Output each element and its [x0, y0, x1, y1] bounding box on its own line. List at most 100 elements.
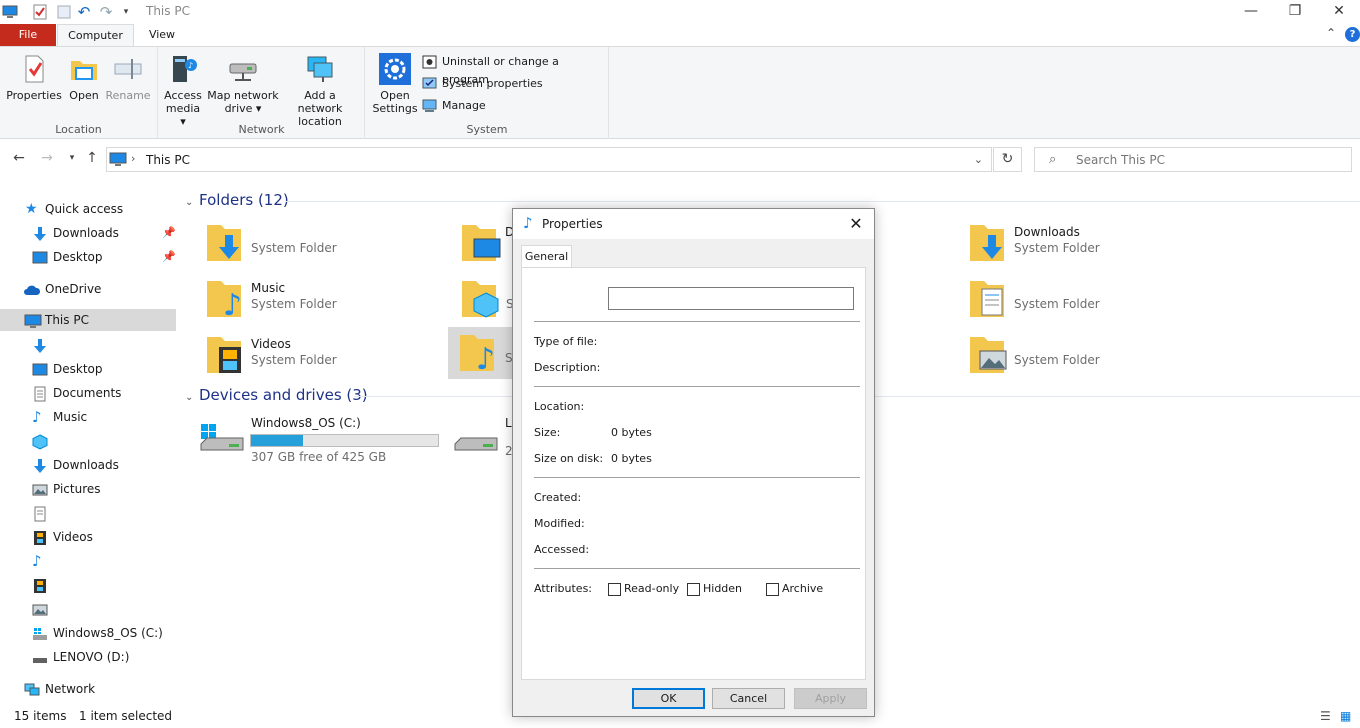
nav-document-2[interactable]	[0, 502, 176, 524]
nav-pictures-2[interactable]	[0, 598, 176, 620]
add-network-location-button[interactable]: Add a network location	[281, 53, 359, 128]
open-button[interactable]: Open	[64, 53, 104, 102]
folder-tile[interactable]: Downloads System Folder	[942, 217, 1192, 269]
system-group: Open Settings Uninstall or change a prog…	[366, 47, 609, 139]
rename-button[interactable]: Rename	[104, 53, 152, 102]
nav-quick-access[interactable]: ★ Quick access	[0, 198, 176, 220]
folder-type: System Folder	[251, 353, 337, 367]
folder-tile[interactable]: Videos System Folder	[179, 329, 429, 381]
redo-icon[interactable]: ↷	[98, 4, 114, 20]
details-view-icon[interactable]: ☰	[1320, 709, 1331, 723]
folder-type: System Folder	[1014, 297, 1100, 311]
nav-videos-2[interactable]	[0, 574, 176, 596]
undo-icon[interactable]: ↶	[76, 4, 92, 20]
properties-dialog: ♪ Properties ✕ General Type of file: Des…	[512, 208, 875, 717]
properties-check-icon[interactable]	[32, 4, 48, 20]
documents-folder-icon	[968, 277, 1010, 321]
up-arrow-icon[interactable]: ↑	[82, 150, 102, 166]
folder-type: System Folder	[1014, 353, 1100, 367]
nav-onedrive[interactable]: OneDrive	[0, 278, 176, 300]
open-settings-label-1: Open	[380, 89, 410, 102]
customize-qat-icon[interactable]: ▾	[118, 4, 134, 20]
restore-button[interactable]: ❐	[1272, 0, 1318, 24]
close-button[interactable]: ✕	[1316, 0, 1360, 24]
read-only-checkbox[interactable]: Read-only	[608, 582, 679, 596]
dialog-close-button[interactable]: ✕	[846, 214, 866, 233]
open-settings-button[interactable]: Open Settings	[372, 53, 418, 115]
dialog-title: Properties	[542, 217, 603, 231]
desktop-folder-icon	[460, 221, 502, 265]
cancel-button[interactable]: Cancel	[712, 688, 785, 709]
nav-label: Network	[45, 682, 96, 696]
new-folder-icon[interactable]	[56, 4, 72, 20]
system-properties-label: System properties	[442, 77, 543, 90]
apply-button[interactable]: Apply	[794, 688, 867, 709]
collapse-ribbon-icon[interactable]: ⌃	[1326, 26, 1336, 40]
help-icon[interactable]: ?	[1345, 27, 1360, 42]
breadcrumb-chevron-icon[interactable]: ›	[131, 152, 135, 165]
nav-music-2[interactable]: ♪	[0, 550, 176, 572]
nav-this-pc[interactable]: This PC	[0, 309, 176, 331]
pictures-folder-icon	[968, 333, 1010, 377]
folder-tile[interactable]: System Folder	[942, 329, 1192, 381]
uninstall-program-button[interactable]: Uninstall or change a program	[422, 53, 608, 86]
nav-desktop[interactable]: Desktop	[0, 358, 176, 380]
address-bar[interactable]: › This PC ⌄	[106, 147, 992, 172]
nav-drive-d[interactable]: LENOVO (D:)	[0, 646, 176, 668]
system-properties-button[interactable]: System properties	[422, 75, 543, 93]
nav-music[interactable]: ♪ Music	[0, 406, 176, 428]
recent-locations-chevron-icon[interactable]: ▾	[62, 153, 82, 163]
map-network-drive-button[interactable]: Map network drive ▾	[207, 53, 279, 115]
tab-computer[interactable]: Computer	[57, 24, 134, 46]
pin-icon[interactable]: 📌	[162, 222, 176, 244]
nav-3d-objects[interactable]	[0, 430, 176, 452]
3d-objects-folder-icon	[460, 277, 502, 321]
forward-arrow-icon[interactable]: →	[37, 150, 57, 166]
folder-tile[interactable]: System Folder	[179, 217, 429, 269]
tab-general[interactable]: General	[521, 245, 572, 268]
nav-videos[interactable]: Videos	[0, 526, 176, 548]
minimize-button[interactable]: —	[1228, 0, 1274, 24]
back-arrow-icon[interactable]: ←	[9, 150, 29, 166]
drive-c-tile[interactable]: Windows8_OS (C:) 307 GB free of 425 GB	[179, 412, 439, 464]
folders-section-header[interactable]: ⌄ Folders (12)	[185, 191, 289, 209]
selection-count: 1 item selected	[79, 709, 173, 723]
cloud-icon	[23, 282, 41, 298]
uninstall-icon	[422, 55, 437, 69]
nav-network[interactable]: Network	[0, 678, 176, 700]
navigation-bar: ← → ▾ ↑ › This PC ⌄ ↻ ⌕ Search This PC	[0, 139, 1360, 179]
nav-documents[interactable]: Documents	[0, 382, 176, 404]
windows-drive-icon	[32, 626, 48, 642]
drive-d-tile[interactable]: L 2	[433, 412, 513, 462]
nav-drive-c[interactable]: Windows8_OS (C:)	[0, 622, 176, 644]
drive-name: L	[505, 416, 512, 430]
folder-tile[interactable]: ♪ Music System Folder	[179, 273, 429, 325]
nav-label: Desktop	[53, 362, 103, 376]
access-media-button[interactable]: ♪ Access media ▾	[163, 53, 203, 128]
ok-button[interactable]: OK	[632, 688, 705, 709]
attributes-label: Attributes:	[534, 582, 593, 595]
refresh-button[interactable]: ↻	[993, 147, 1022, 172]
folder-tile[interactable]: System Folder	[942, 273, 1192, 325]
drives-section-header[interactable]: ⌄ Devices and drives (3)	[185, 386, 368, 404]
tab-view[interactable]: View	[134, 24, 190, 46]
location-group: Properties Open Rename Location	[0, 47, 158, 139]
archive-checkbox[interactable]: Archive	[766, 582, 823, 596]
nav-3d-objects-downloads[interactable]	[0, 334, 176, 356]
search-box[interactable]: ⌕ Search This PC	[1034, 147, 1352, 172]
nav-qa-downloads[interactable]: Downloads 📌	[0, 222, 176, 244]
pin-icon[interactable]: 📌	[162, 246, 176, 268]
manage-button[interactable]: Manage	[422, 97, 486, 115]
name-field[interactable]	[608, 287, 854, 310]
section-divider	[286, 201, 1360, 202]
large-icons-view-icon[interactable]: ▦	[1340, 709, 1351, 723]
hidden-checkbox[interactable]: Hidden	[687, 582, 742, 596]
properties-button[interactable]: Properties	[4, 53, 64, 102]
media-server-icon: ♪	[167, 53, 199, 85]
network-group-label: Network	[238, 123, 285, 136]
tab-file[interactable]: File	[0, 24, 56, 46]
address-dropdown-icon[interactable]: ⌄	[974, 153, 983, 166]
nav-qa-desktop[interactable]: Desktop 📌	[0, 246, 176, 268]
nav-downloads[interactable]: Downloads	[0, 454, 176, 476]
nav-pictures[interactable]: Pictures	[0, 478, 176, 500]
